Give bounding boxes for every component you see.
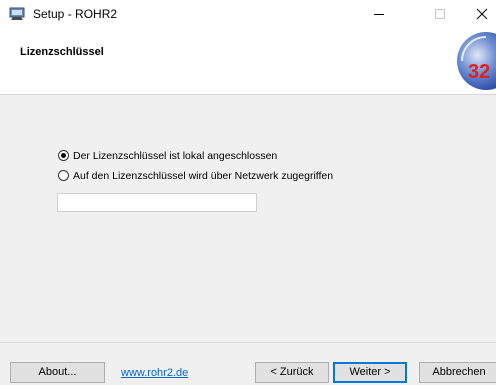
rohr2-logo: 32: [448, 30, 496, 92]
title-bar[interactable]: Setup - ROHR2: [0, 0, 496, 28]
minimize-button[interactable]: [360, 0, 406, 28]
logo-text: 32: [468, 61, 490, 83]
setup-monitor-icon: [9, 7, 25, 21]
option-local-label[interactable]: Der Lizenzschlüssel ist lokal angeschlos…: [73, 149, 277, 163]
website-link[interactable]: www.rohr2.de: [121, 367, 188, 379]
back-button[interactable]: < Zurück: [255, 362, 329, 383]
minimize-icon: [374, 14, 384, 15]
wizard-footer: About... www.rohr2.de < Zurück Weiter > …: [0, 342, 496, 385]
wizard-header: Lizenzschlüssel 32: [0, 28, 496, 95]
maximize-icon: [435, 9, 445, 19]
radio-selected-dot: [61, 153, 66, 158]
wizard-content: Der Lizenzschlüssel ist lokal angeschlos…: [0, 95, 496, 342]
option-network-label[interactable]: Auf den Lizenzschlüssel wird über Netzwe…: [73, 169, 333, 183]
setup-window: Setup - ROHR2 Lizenzschlüssel 32 Der Liz…: [0, 0, 496, 385]
page-title: Lizenzschlüssel: [20, 46, 104, 58]
maximize-button[interactable]: [420, 0, 466, 28]
next-button[interactable]: Weiter >: [333, 362, 407, 383]
cancel-button[interactable]: Abbrechen: [419, 362, 496, 383]
close-icon: [476, 8, 488, 20]
close-button[interactable]: [472, 0, 496, 28]
radio-network[interactable]: [58, 170, 69, 181]
about-button[interactable]: About...: [10, 362, 105, 383]
radio-local[interactable]: [58, 150, 69, 161]
network-address-input[interactable]: [57, 193, 257, 212]
window-title: Setup - ROHR2: [33, 7, 118, 21]
